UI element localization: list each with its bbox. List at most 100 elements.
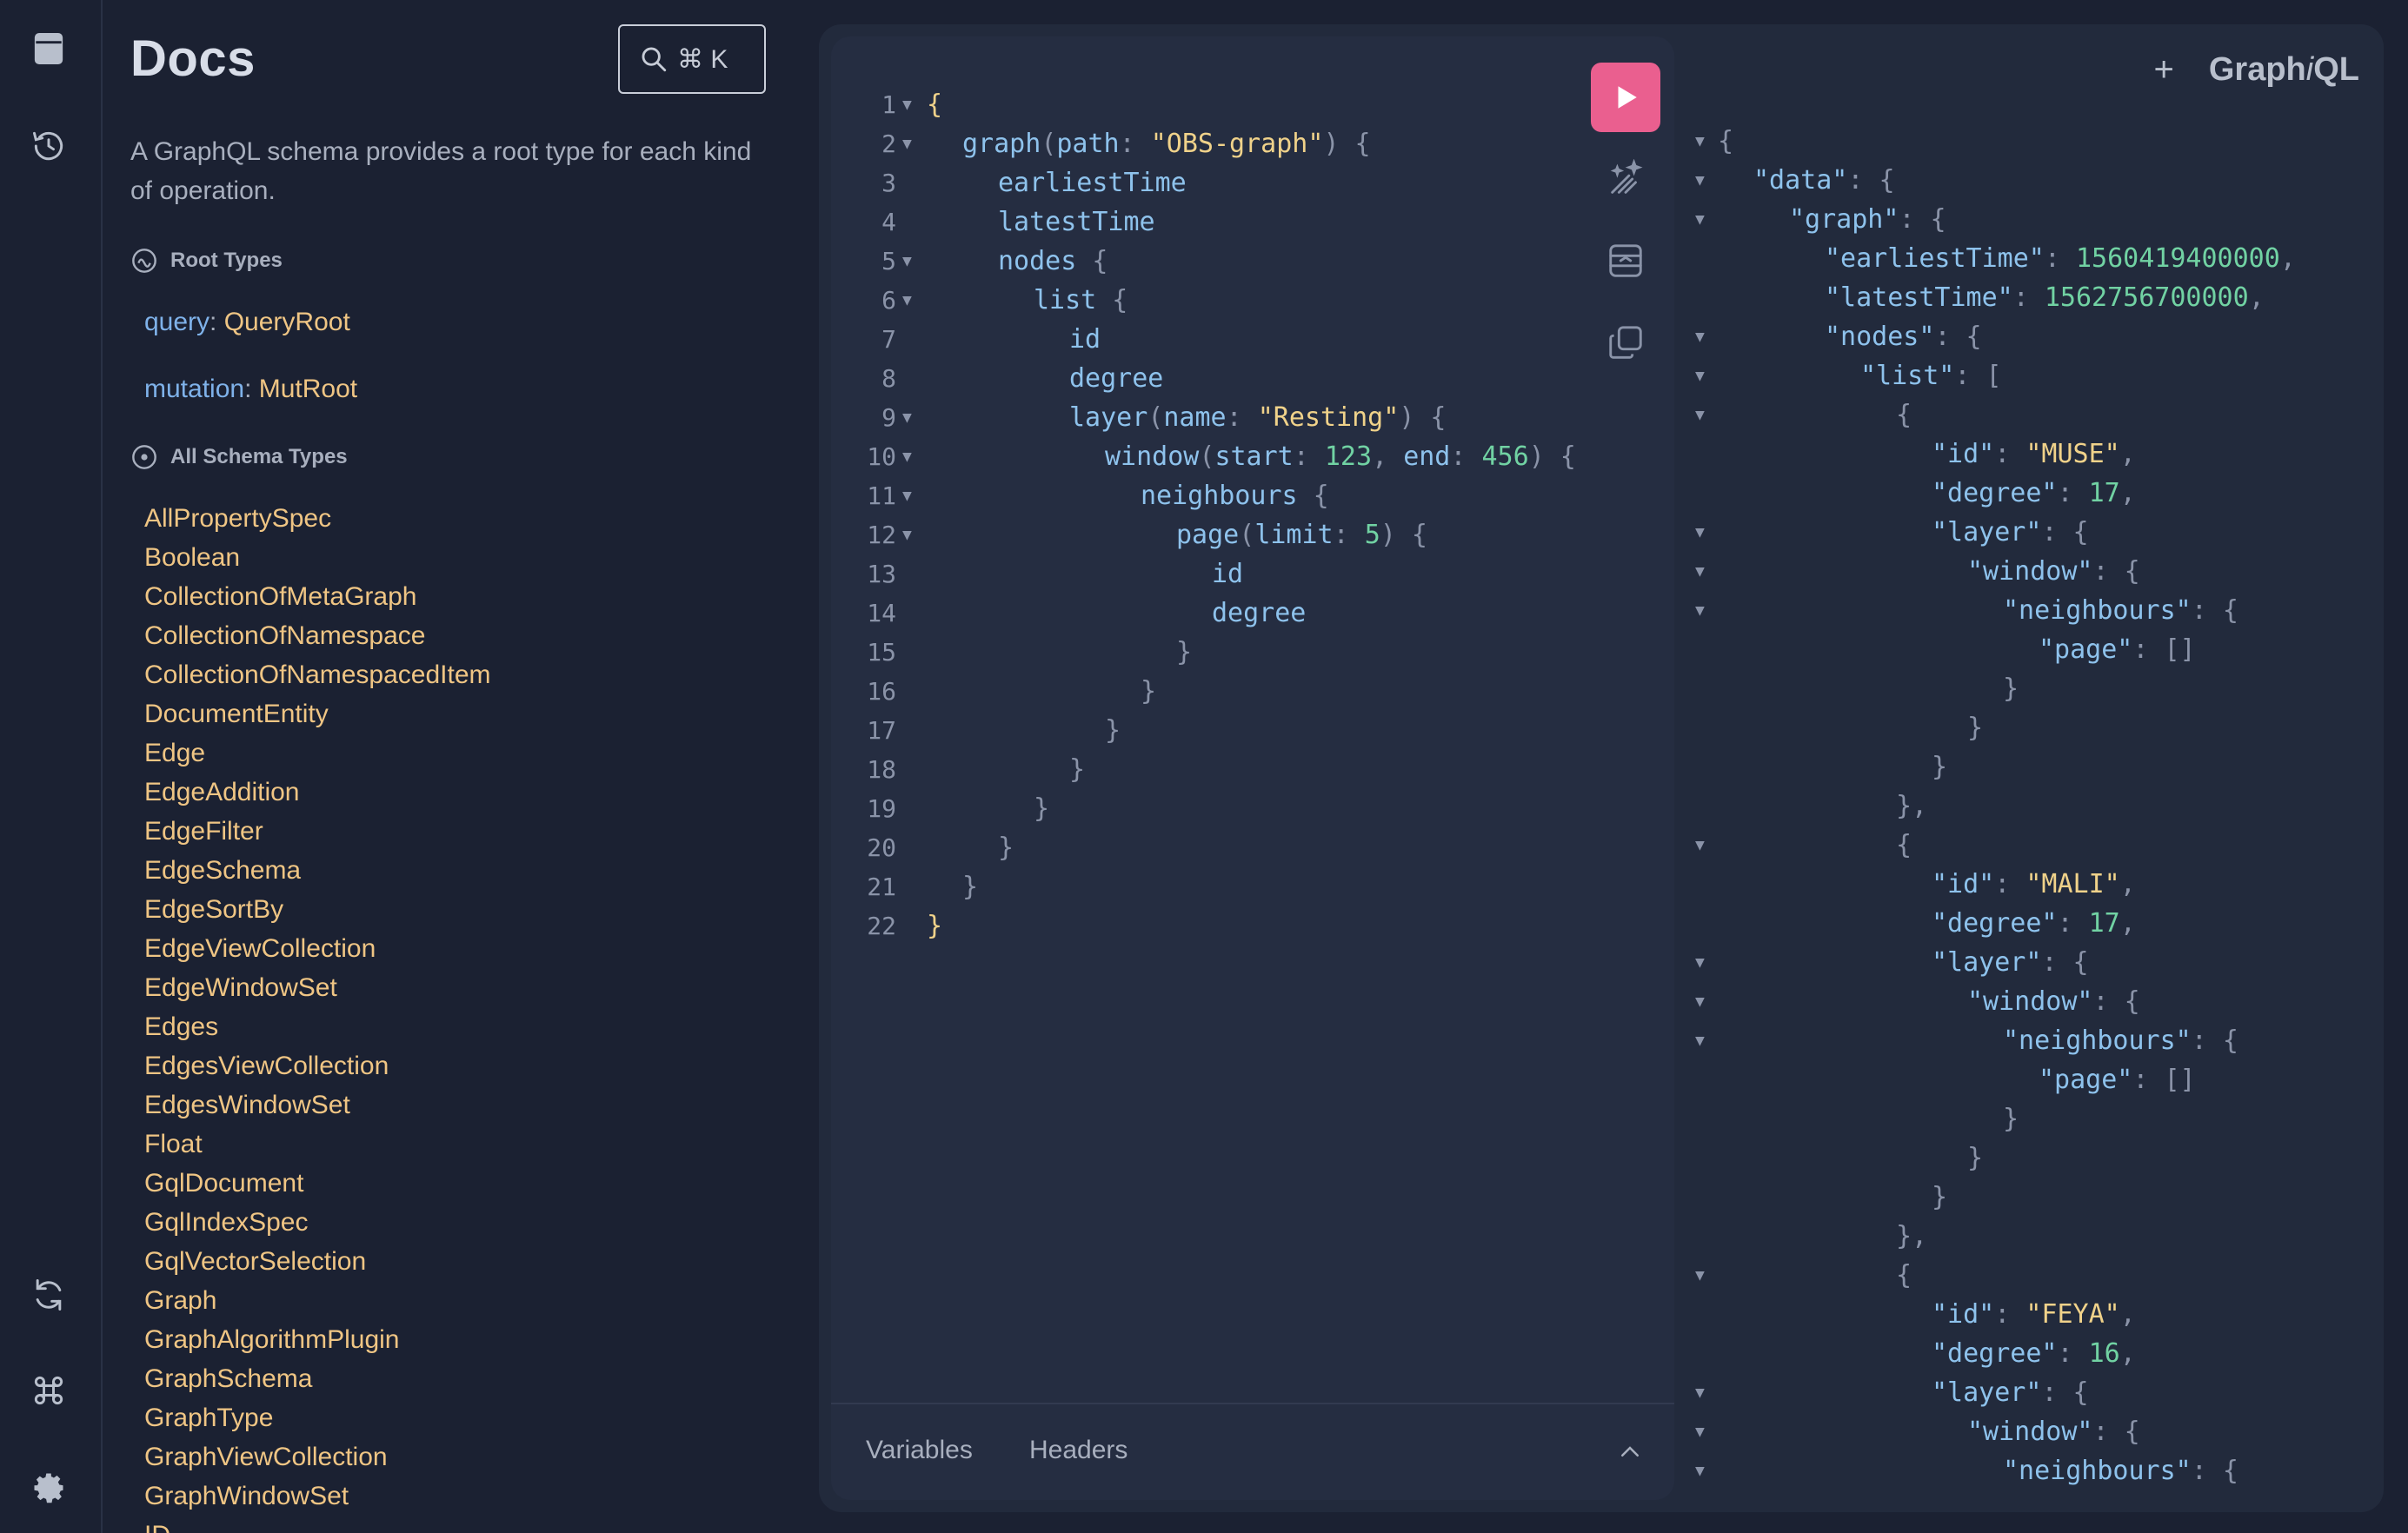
query-editor[interactable]: 1 ▼{2 ▼ graph(path: "OBS-graph") {3 earliest… (831, 36, 1674, 1500)
schema-type-link[interactable]: GraphViewCollection (144, 1437, 491, 1477)
json-token: "degree" (1932, 908, 2058, 939)
result-text: "data": { (1753, 161, 1895, 200)
fold-toggle-icon[interactable]: ▼ (1695, 1451, 1713, 1490)
fold-toggle-icon[interactable]: ▼ (1695, 1373, 1713, 1412)
schema-type-link[interactable]: DocumentEntity (144, 694, 491, 733)
root-type-link[interactable]: QueryRoot (224, 308, 350, 336)
root-type-link[interactable]: MutRoot (259, 375, 357, 403)
fold-toggle-icon[interactable]: ▼ (1695, 395, 1713, 435)
json-token: : { (2041, 517, 2089, 548)
fold-toggle-icon[interactable]: ▼ (902, 515, 920, 554)
json-token: { (1896, 400, 1912, 430)
schema-type-link[interactable]: EdgeViewCollection (144, 929, 491, 968)
fold-toggle-icon[interactable]: ▼ (1695, 317, 1713, 356)
schema-type-link[interactable]: GqlDocument (144, 1164, 491, 1203)
docs-explorer: Docs ⌘ K A GraphQL schema provides a roo… (103, 0, 815, 1533)
fold-toggle-icon[interactable]: ▼ (1695, 161, 1713, 200)
fold-toggle-icon[interactable]: ▼ (1695, 356, 1713, 395)
tab-headers[interactable]: Headers (1029, 1436, 1128, 1465)
schema-type-link[interactable]: EdgeWindowSet (144, 968, 491, 1007)
code-token: layer (1069, 402, 1148, 433)
settings-button[interactable] (17, 1457, 80, 1519)
schema-type-link[interactable]: CollectionOfMetaGraph (144, 577, 491, 616)
fold-toggle-icon[interactable]: ▼ (902, 476, 920, 515)
refetch-schema-button[interactable] (17, 1264, 80, 1326)
line-number: 9 (881, 403, 896, 432)
code-text: page(limit: 5) { (1176, 515, 1427, 554)
shortcuts-button[interactable] (17, 1359, 80, 1422)
fold-toggle-icon[interactable]: ▼ (1695, 200, 1713, 239)
fold-toggle-icon[interactable]: ▼ (1695, 591, 1713, 630)
fold-toggle-icon[interactable]: ▼ (1695, 982, 1713, 1021)
fold-toggle-icon[interactable]: ▼ (902, 124, 920, 163)
schema-type-link[interactable]: AllPropertySpec (144, 499, 491, 538)
fold-toggle-icon[interactable]: ▼ (902, 398, 920, 437)
fold-toggle-icon[interactable]: ▼ (1695, 122, 1713, 161)
fold-toggle-icon[interactable]: ▼ (1695, 513, 1713, 552)
schema-type-link[interactable]: GqlVectorSelection (144, 1242, 491, 1281)
fold-toggle-icon[interactable]: ▼ (902, 242, 920, 281)
schema-type-link[interactable]: Edge (144, 733, 491, 773)
schema-type-link[interactable]: EdgeFilter (144, 812, 491, 851)
json-token: 17 (2088, 478, 2120, 508)
json-token: , (2119, 1338, 2136, 1369)
schema-type-link[interactable]: Float (144, 1125, 491, 1164)
command-icon (34, 1376, 63, 1405)
code-token: 123 (1324, 441, 1373, 472)
schema-type-link[interactable]: ID (144, 1516, 491, 1533)
result-text: { (1896, 826, 1912, 865)
line-number: 20 (867, 833, 896, 862)
fold-toggle-icon[interactable]: ▼ (1695, 826, 1713, 865)
code-token: end (1403, 441, 1451, 472)
chevron-up-icon[interactable] (1617, 1439, 1643, 1465)
fold-toggle-icon[interactable]: ▼ (1695, 1412, 1713, 1451)
docs-search-button[interactable]: ⌘ K (618, 24, 766, 94)
json-token: }, (1896, 791, 1928, 821)
root-type-query[interactable]: query: QueryRoot (144, 308, 350, 337)
fold-toggle-icon[interactable]: ▼ (902, 281, 920, 320)
result-text: "layer": { (1932, 513, 2089, 552)
result-pane: + GraphiQL ▼{▼ "data": {▼ "graph": {"earli… (1674, 24, 2384, 1512)
schema-type-link[interactable]: Boolean (144, 538, 491, 577)
schema-type-link[interactable]: EdgesWindowSet (144, 1085, 491, 1125)
schema-type-link[interactable]: CollectionOfNamespace (144, 616, 491, 655)
fold-toggle-icon[interactable]: ▼ (1695, 552, 1713, 591)
code-token: : (1450, 441, 1482, 472)
line-number: 17 (867, 716, 896, 745)
merge-fragments-button[interactable] (1603, 238, 1648, 283)
result-text: { (1718, 122, 1733, 161)
schema-type-link[interactable]: EdgeSchema (144, 851, 491, 890)
copy-query-button[interactable] (1603, 320, 1648, 365)
json-token: "layer" (1932, 1377, 2042, 1408)
schema-type-link[interactable]: Graph (144, 1281, 491, 1320)
play-icon (1618, 86, 1637, 109)
schema-type-link[interactable]: CollectionOfNamespacedItem (144, 655, 491, 694)
add-tab-icon[interactable]: + (2154, 50, 2174, 90)
fold-toggle-icon[interactable]: ▼ (1695, 1256, 1713, 1295)
tab-variables[interactable]: Variables (866, 1436, 973, 1465)
history-button[interactable] (17, 115, 80, 177)
result-text: "list": [ (1860, 356, 2002, 395)
json-token: , (2119, 869, 2136, 899)
line-number: 13 (867, 560, 896, 588)
json-token: "latestTime" (1825, 282, 2013, 313)
schema-type-link[interactable]: GraphType (144, 1398, 491, 1437)
schema-type-link[interactable]: Edges (144, 1007, 491, 1046)
schema-type-link[interactable]: GraphWindowSet (144, 1477, 491, 1516)
fold-toggle-icon[interactable]: ▼ (902, 85, 920, 124)
docs-button[interactable] (17, 17, 80, 80)
code-token: : (1226, 402, 1258, 433)
fold-toggle-icon[interactable]: ▼ (1695, 1021, 1713, 1060)
schema-type-link[interactable]: EdgesViewCollection (144, 1046, 491, 1085)
schema-type-link[interactable]: GqlIndexSpec (144, 1203, 491, 1242)
schema-type-link[interactable]: GraphAlgorithmPlugin (144, 1320, 491, 1359)
fold-toggle-icon[interactable]: ▼ (1695, 943, 1713, 982)
fold-toggle-icon[interactable]: ▼ (902, 437, 920, 476)
schema-type-link[interactable]: EdgeAddition (144, 773, 491, 812)
run-query-button[interactable] (1591, 63, 1660, 132)
root-type-mutation[interactable]: mutation: MutRoot (144, 375, 357, 404)
schema-type-link[interactable]: EdgeSortBy (144, 890, 491, 929)
schema-type-link[interactable]: GraphSchema (144, 1359, 491, 1398)
prettify-button[interactable] (1603, 156, 1648, 202)
line-number: 7 (881, 325, 896, 354)
